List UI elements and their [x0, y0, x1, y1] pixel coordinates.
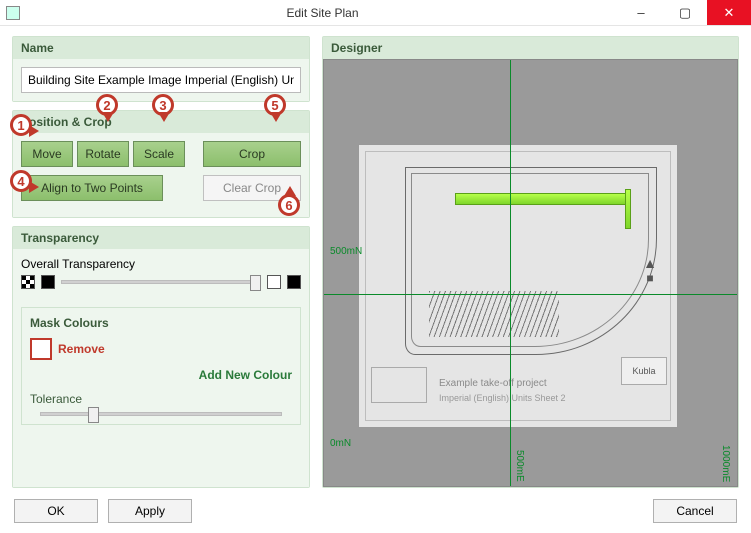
axis-label-500mE: 500mE: [514, 450, 525, 482]
overall-transparency-thumb[interactable]: [250, 275, 261, 291]
apply-button[interactable]: Apply: [108, 499, 192, 523]
drawing-subtitle: Imperial (English) Units Sheet 2: [439, 393, 566, 403]
opaque-black-swatch-icon: [41, 275, 55, 289]
tolerance-slider[interactable]: [40, 412, 282, 416]
callout-6: 6: [278, 194, 300, 216]
titlebar: Edit Site Plan – ▢ ✕: [0, 0, 751, 26]
overall-transparency-label: Overall Transparency: [21, 257, 301, 271]
kubla-logo: Kubla: [621, 357, 667, 385]
title-block: [371, 367, 427, 403]
measurement-bar: [455, 193, 627, 205]
tolerance-label: Tolerance: [30, 392, 292, 406]
black-swatch-icon: [287, 275, 301, 289]
ok-button[interactable]: OK: [14, 499, 98, 523]
designer-canvas[interactable]: ▲■ Example take-off project Imperial (En…: [323, 59, 738, 487]
axis-label-1000mE: 1000mE: [720, 445, 731, 482]
maximize-button[interactable]: ▢: [663, 0, 707, 25]
callout-3: 3: [152, 94, 174, 116]
remove-colour-link[interactable]: Remove: [58, 342, 105, 356]
designer-header: Designer: [323, 37, 738, 59]
callout-1: 1: [10, 114, 32, 136]
name-panel: Name: [12, 36, 310, 102]
align-two-points-button[interactable]: Align to Two Points: [21, 175, 163, 201]
crop-button[interactable]: Crop: [203, 141, 301, 167]
site-plan-drawing: ▲■ Example take-off project Imperial (En…: [358, 144, 678, 428]
window-title: Edit Site Plan: [26, 6, 619, 20]
transparency-header: Transparency: [13, 227, 309, 249]
axis-label-0mN: 0mN: [330, 438, 351, 449]
dialog-footer: OK Apply Cancel: [0, 489, 751, 533]
transparent-swatch-icon: [21, 275, 35, 289]
callout-2: 2: [96, 94, 118, 116]
scale-button[interactable]: Scale: [133, 141, 185, 167]
rotate-button[interactable]: Rotate: [77, 141, 129, 167]
overall-transparency-slider[interactable]: [61, 280, 261, 284]
cancel-button[interactable]: Cancel: [653, 499, 737, 523]
crosshair-vertical: [510, 60, 511, 486]
move-button[interactable]: Move: [21, 141, 73, 167]
name-header: Name: [13, 37, 309, 59]
name-input[interactable]: [21, 67, 301, 93]
callout-5: 5: [264, 94, 286, 116]
add-new-colour-link[interactable]: Add New Colour: [30, 368, 292, 382]
mask-colour-swatch[interactable]: [30, 338, 52, 360]
position-crop-panel: Position & Crop Move Rotate Scale Crop A…: [12, 110, 310, 218]
minimize-button[interactable]: –: [619, 0, 663, 25]
mask-colours-header: Mask Colours: [30, 316, 292, 330]
crosshair-horizontal: [324, 294, 737, 295]
north-arrow-icon: ▲■: [641, 255, 659, 285]
measurement-bar-end: [625, 189, 631, 229]
drawing-title: Example take-off project: [439, 378, 547, 389]
close-button[interactable]: ✕: [707, 0, 751, 25]
white-swatch-icon: [267, 275, 281, 289]
transparency-panel: Transparency Overall Transparency Mask C…: [12, 226, 310, 488]
axis-label-500mN: 500mN: [330, 246, 362, 257]
designer-panel: Designer ▲■ Example take-off project Imp…: [322, 36, 739, 488]
app-icon: [6, 6, 20, 20]
callout-4: 4: [10, 170, 32, 192]
tolerance-thumb[interactable]: [88, 407, 99, 423]
